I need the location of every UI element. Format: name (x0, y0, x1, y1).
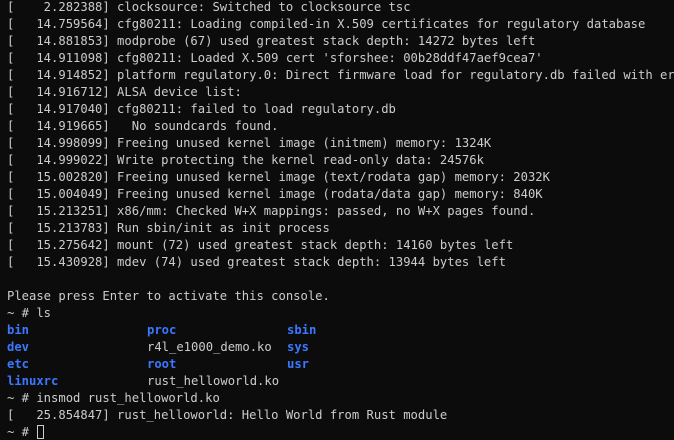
ls-row: etc root usr (7, 356, 674, 373)
ls-row: linuxrc rust_helloworld.ko (7, 373, 674, 390)
kernel-log-line: [ 15.213783] Run sbin/init as init proce… (7, 221, 330, 235)
text-cursor (37, 425, 45, 439)
ls-command-line: ~ # ls (7, 306, 52, 320)
kernel-log-line: [ 14.759564] cfg80211: Loading compiled-… (7, 17, 646, 31)
insmod-command-line: ~ # insmod rust_helloworld.ko (7, 391, 220, 405)
terminal-output[interactable]: [ 2.282388] clocksource: Switched to clo… (7, 0, 674, 440)
ls-file-entry: rust_helloworld.ko (147, 374, 280, 388)
kernel-log-line: [ 14.914852] platform regulatory.0: Dire… (7, 68, 674, 82)
console-activate-message: Please press Enter to activate this cons… (7, 289, 330, 303)
kernel-log-line: [ 14.998099] Freeing unused kernel image… (7, 136, 492, 150)
kernel-log-line: [ 14.917040] cfg80211: failed to load re… (7, 102, 396, 116)
kernel-log-line: [ 14.881853] modprobe (67) used greatest… (7, 34, 536, 48)
shell-prompt-line[interactable]: ~ # (7, 424, 674, 440)
kernel-log-line: [ 15.275642] mount (72) used greatest st… (7, 238, 514, 252)
ls-directory-entry: sys (287, 340, 310, 354)
kernel-log-line: [ 14.916712] ALSA device list: (7, 85, 242, 99)
ls-row: dev r4l_e1000_demo.ko sys (7, 339, 674, 356)
ls-row: bin proc sbin (7, 322, 674, 339)
ls-directory-entry: proc (147, 323, 177, 337)
kernel-log-line: [ 15.004049] Freeing unused kernel image… (7, 187, 543, 201)
kernel-log-line: [ 15.430928] mdev (74) used greatest sta… (7, 255, 506, 269)
kernel-log-line: [ 14.919665] No soundcards found. (7, 119, 279, 133)
ls-directory-entry: dev (7, 340, 30, 354)
kernel-log-line: [ 15.213251] x86/mm: Checked W+X mapping… (7, 204, 536, 218)
ls-file-entry: r4l_e1000_demo.ko (147, 340, 272, 354)
hello-world-log-line: [ 25.854847] rust_helloworld: Hello Worl… (7, 408, 448, 422)
shell-prompt: ~ # (7, 425, 37, 439)
ls-directory-entry: bin (7, 323, 30, 337)
ls-directory-entry: sbin (287, 323, 317, 337)
kernel-log-line: [ 14.911098] cfg80211: Loaded X.509 cert… (7, 51, 543, 65)
kernel-log: [ 2.282388] clocksource: Switched to clo… (7, 0, 674, 271)
ls-directory-entry: etc (7, 357, 30, 371)
ls-directory-entry: usr (287, 357, 310, 371)
kernel-log-line: [ 14.999022] Write protecting the kernel… (7, 153, 484, 167)
ls-directory-entry: linuxrc (7, 374, 59, 388)
ls-listing: bin proc sbin dev r4l_e1000_demo.ko sys etc roo… (7, 322, 674, 390)
kernel-log-line: [ 15.002820] Freeing unused kernel image… (7, 170, 550, 184)
ls-directory-entry: root (147, 357, 177, 371)
kernel-log-line: [ 2.282388] clocksource: Switched to clo… (7, 0, 411, 14)
